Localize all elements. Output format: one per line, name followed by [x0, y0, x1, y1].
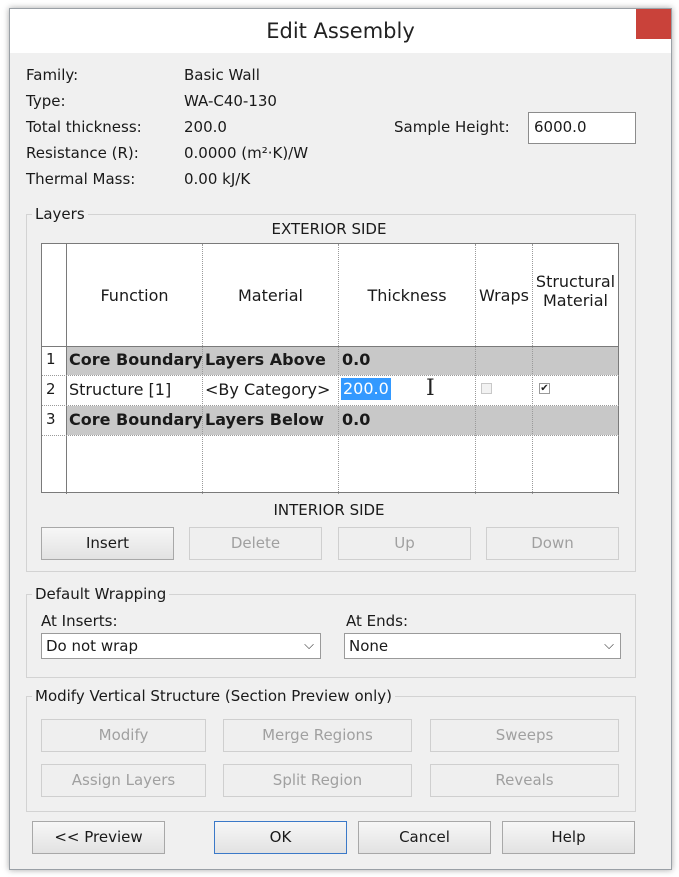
split-region-button[interactable]: Split Region	[223, 764, 412, 797]
layer-material[interactable]: Layers Above	[205, 350, 326, 369]
at-inserts-value: Do not wrap	[46, 637, 138, 655]
layer-function[interactable]: Core Boundary	[69, 410, 203, 429]
layer-function[interactable]: Core Boundary	[69, 350, 203, 369]
edit-assembly-dialog: Edit Assembly Family: Basic Wall Type: W…	[9, 8, 672, 870]
structural-checkbox[interactable]: ✔	[539, 383, 550, 394]
dialog-title: Edit Assembly	[266, 19, 415, 43]
at-inserts-label: At Inserts:	[41, 612, 118, 630]
modify-button[interactable]: Modify	[41, 719, 206, 752]
resistance-value: 0.0000 (m²·K)/W	[184, 144, 309, 162]
family-label: Family:	[26, 66, 79, 84]
chevron-down-icon: ⌵	[304, 638, 314, 653]
title-bar: Edit Assembly	[10, 9, 671, 53]
resistance-label: Resistance (R):	[26, 144, 139, 162]
thermal-mass-value: 0.00 kJ/K	[184, 170, 251, 188]
at-inserts-select[interactable]: Do not wrap ⌵	[41, 633, 321, 659]
type-value: WA-C40-130	[184, 92, 277, 110]
column-header-thickness[interactable]: Thickness	[339, 244, 475, 346]
sample-height-label: Sample Height:	[394, 118, 510, 136]
column-header-material[interactable]: Material	[203, 244, 338, 346]
at-ends-select[interactable]: None ⌵	[344, 633, 621, 659]
layer-thickness[interactable]: 0.0	[342, 350, 370, 369]
layer-material[interactable]: Layers Below	[205, 410, 324, 429]
interior-side-label: INTERIOR SIDE	[273, 501, 385, 519]
delete-button[interactable]: Delete	[189, 527, 322, 560]
merge-regions-button[interactable]: Merge Regions	[223, 719, 412, 752]
family-value: Basic Wall	[184, 66, 260, 84]
sweeps-button[interactable]: Sweeps	[430, 719, 619, 752]
text-cursor-icon: I	[426, 376, 435, 401]
wraps-checkbox[interactable]	[481, 383, 492, 394]
thermal-mass-label: Thermal Mass:	[26, 170, 136, 188]
default-wrapping-label: Default Wrapping	[32, 585, 170, 603]
row-number[interactable]: 2	[46, 380, 56, 398]
row-number[interactable]: 3	[46, 410, 56, 428]
header-separator	[42, 346, 619, 347]
layer-material[interactable]: <By Category>	[205, 380, 330, 399]
layers-table: Function Material Thickness Wraps Struct…	[41, 243, 619, 494]
exterior-side-label: EXTERIOR SIDE	[271, 220, 387, 238]
at-ends-value: None	[349, 637, 389, 655]
type-label: Type:	[26, 92, 66, 110]
modify-vertical-structure-label: Modify Vertical Structure (Section Previ…	[32, 687, 396, 705]
close-icon[interactable]	[636, 9, 671, 39]
insert-button[interactable]: Insert	[41, 527, 174, 560]
sample-height-input[interactable]: 6000.0	[528, 112, 636, 144]
row-number[interactable]: 1	[46, 350, 56, 368]
column-header-wraps[interactable]: Wraps	[476, 244, 532, 346]
column-header-structural[interactable]: Structural Material	[533, 272, 618, 310]
layer-function[interactable]: Structure [1]	[69, 380, 171, 399]
at-ends-label: At Ends:	[346, 612, 409, 630]
layer-thickness-input[interactable]: 200.0	[341, 378, 391, 400]
assign-layers-button[interactable]: Assign Layers	[41, 764, 206, 797]
preview-button[interactable]: << Preview	[32, 821, 165, 854]
total-thickness-value: 200.0	[184, 118, 227, 136]
column-header-function[interactable]: Function	[67, 244, 202, 346]
total-thickness-label: Total thickness:	[26, 118, 142, 136]
chevron-down-icon: ⌵	[604, 638, 614, 653]
help-button[interactable]: Help	[502, 821, 635, 854]
up-button[interactable]: Up	[338, 527, 471, 560]
cancel-button[interactable]: Cancel	[358, 821, 491, 854]
column-header-structural-line1: Structural	[535, 272, 616, 291]
reveals-button[interactable]: Reveals	[430, 764, 619, 797]
column-header-structural-line2: Material	[543, 291, 608, 310]
ok-button[interactable]: OK	[214, 821, 347, 854]
down-button[interactable]: Down	[486, 527, 619, 560]
layer-thickness[interactable]: 0.0	[342, 410, 370, 429]
table-right-edge	[618, 244, 619, 494]
